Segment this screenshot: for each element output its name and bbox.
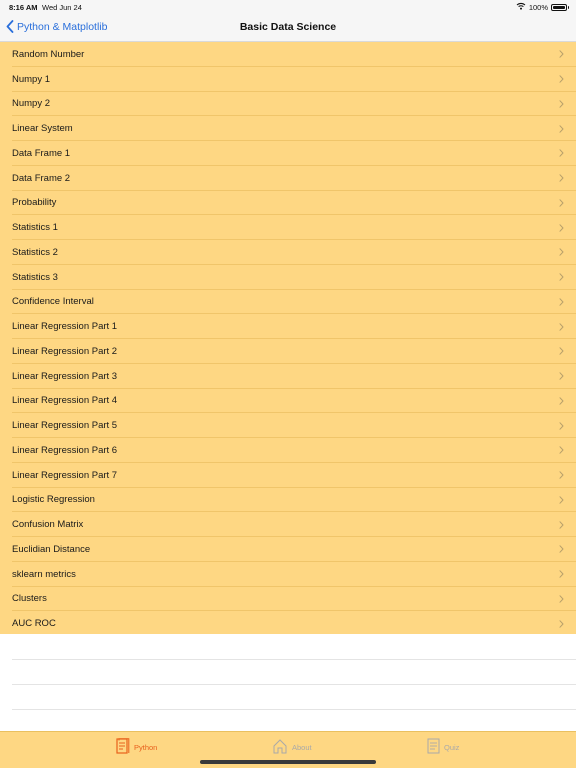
list-item-label: AUC ROC [12, 618, 56, 630]
list-item[interactable]: Linear Regression Part 5 [0, 413, 576, 438]
chevron-right-icon [559, 268, 564, 286]
status-bar: 8:16 AM Wed Jun 24 100% [0, 0, 576, 14]
list-item[interactable]: Clusters [0, 587, 576, 612]
list-item-label: Logistic Regression [12, 494, 95, 506]
list-item-label: Linear Regression Part 3 [12, 370, 118, 382]
list-item-label: Linear Regression Part 4 [12, 395, 118, 407]
chevron-right-icon [559, 491, 564, 509]
list-item[interactable]: Data Frame 2 [0, 166, 576, 191]
list-item[interactable]: Random Number [0, 42, 576, 67]
list-item[interactable]: sklearn metrics [0, 562, 576, 587]
chevron-right-icon [559, 120, 564, 138]
list-item[interactable]: Linear Regression Part 2 [0, 339, 576, 364]
list-item[interactable]: Numpy 1 [0, 67, 576, 92]
list-item-label: Statistics 3 [12, 271, 58, 283]
chevron-right-icon [559, 144, 564, 162]
home-indicator[interactable] [200, 760, 376, 764]
list-item-label: Linear Regression Part 2 [12, 345, 118, 357]
status-right: 100% [516, 2, 569, 12]
divider [12, 709, 576, 710]
list-item[interactable]: Data Frame 1 [0, 141, 576, 166]
list-item[interactable]: Linear Regression Part 4 [0, 389, 576, 414]
list-item-label: Statistics 2 [12, 246, 58, 258]
chevron-right-icon [559, 590, 564, 608]
tab-about[interactable]: About [272, 738, 312, 756]
list-item-label: Data Frame 2 [12, 172, 71, 184]
list-item-label: Numpy 1 [12, 73, 51, 85]
chevron-right-icon [559, 392, 564, 410]
home-icon [272, 738, 288, 756]
divider [12, 684, 576, 685]
list-item-label: Numpy 2 [12, 98, 51, 110]
list-item-label: Clusters [12, 593, 47, 605]
tab-python[interactable]: Python [116, 738, 157, 757]
battery-percent: 100% [528, 2, 548, 12]
chevron-right-icon [559, 243, 564, 261]
list-item[interactable]: Confusion Matrix [0, 512, 576, 537]
list-item[interactable]: Statistics 2 [0, 240, 576, 265]
chevron-right-icon [559, 95, 564, 113]
chevron-right-icon [559, 466, 564, 484]
list-item[interactable]: Statistics 1 [0, 215, 576, 240]
list-item-label: Confusion Matrix [12, 519, 84, 531]
chevron-right-icon [559, 169, 564, 187]
chevron-right-icon [559, 293, 564, 311]
page-title: Basic Data Science [239, 21, 337, 33]
list-item[interactable]: Linear Regression Part 1 [0, 314, 576, 339]
list-item-label: Data Frame 1 [12, 147, 71, 159]
list-item-label: Linear Regression Part 6 [12, 444, 118, 456]
list-item[interactable]: Linear Regression Part 3 [0, 364, 576, 389]
list-item[interactable]: Numpy 2 [0, 92, 576, 117]
tab-python-label: Python [134, 743, 158, 752]
quiz-icon [427, 738, 440, 756]
list-item[interactable]: Logistic Regression [0, 488, 576, 513]
battery-fill [553, 5, 565, 9]
chevron-right-icon [559, 417, 564, 435]
chevron-right-icon [559, 45, 564, 63]
list-item-label: Linear Regression Part 1 [12, 321, 118, 333]
list-item[interactable]: Linear Regression Part 7 [0, 463, 576, 488]
chevron-right-icon [559, 342, 564, 360]
tab-quiz[interactable]: Quiz [427, 738, 459, 756]
list-item-label: Random Number [12, 48, 85, 60]
list-item-label: Linear System [12, 123, 73, 135]
navigation-bar: Python & Matplotlib Basic Data Science [0, 14, 576, 42]
list-item[interactable]: Linear Regression Part 6 [0, 438, 576, 463]
document-icon [116, 738, 130, 757]
list-item[interactable]: Statistics 3 [0, 265, 576, 290]
chevron-right-icon [559, 318, 564, 336]
list-item-label: Euclidian Distance [12, 543, 91, 555]
tab-about-label: About [292, 742, 312, 752]
chevron-right-icon [559, 367, 564, 385]
list-item-label: Probability [12, 197, 57, 209]
chevron-right-icon [559, 540, 564, 558]
list-item[interactable]: Linear System [0, 116, 576, 141]
empty-table-area [0, 634, 576, 731]
list-item-label: sklearn metrics [12, 568, 76, 580]
divider [12, 659, 576, 660]
chevron-right-icon [559, 516, 564, 534]
status-time: 8:16 AM [9, 3, 38, 12]
battery-icon [551, 3, 569, 11]
topic-list: Random Number Numpy 1 Numpy 2 Linear System… [0, 42, 576, 636]
list-item-label: Linear Regression Part 5 [12, 420, 118, 432]
chevron-right-icon [559, 615, 564, 633]
list-item[interactable]: AUC ROC [0, 611, 576, 636]
list-item-label: Linear Regression Part 7 [12, 469, 118, 481]
list-item-label: Statistics 1 [12, 222, 58, 234]
list-item[interactable]: Probability [0, 191, 576, 216]
chevron-right-icon [559, 565, 564, 583]
list-item[interactable]: Euclidian Distance [0, 537, 576, 562]
list-item[interactable]: Confidence Interval [0, 290, 576, 315]
tab-quiz-label: Quiz [444, 742, 460, 752]
chevron-right-icon [559, 441, 564, 459]
chevron-right-icon [559, 70, 564, 88]
chevron-right-icon [559, 194, 564, 212]
status-date: Wed Jun 24 [42, 3, 82, 12]
wifi-icon [516, 2, 526, 12]
chevron-right-icon [559, 219, 564, 237]
list-item-label: Confidence Interval [12, 296, 94, 308]
